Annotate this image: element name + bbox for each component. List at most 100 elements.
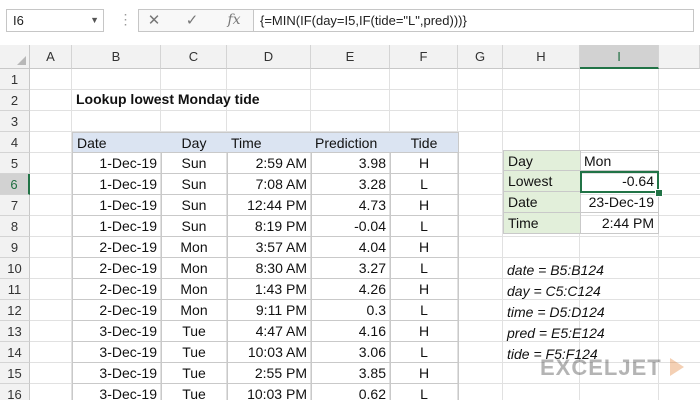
table-cell[interactable]: Tue (161, 321, 228, 342)
table-cell[interactable]: Sun (161, 216, 228, 237)
row-header-15[interactable]: 15 (0, 363, 30, 384)
table-cell[interactable]: 3-Dec-19 (72, 342, 162, 363)
row-header-12[interactable]: 12 (0, 300, 30, 321)
table-cell[interactable]: 3-Dec-19 (72, 363, 162, 384)
summary-day-value[interactable]: Mon (580, 150, 659, 171)
table-cell[interactable]: Sun (161, 153, 228, 174)
table-cell[interactable]: 4.16 (311, 321, 391, 342)
table-cell[interactable]: 8:30 AM (227, 258, 312, 279)
table-cell[interactable]: H (390, 321, 459, 342)
table-cell[interactable]: Mon (161, 279, 228, 300)
row-header-14[interactable]: 14 (0, 342, 30, 363)
column-header-i[interactable]: I (580, 45, 659, 69)
table-cell[interactable]: 3:57 AM (227, 237, 312, 258)
table-cell[interactable]: 1-Dec-19 (72, 153, 162, 174)
table-header-time[interactable]: Time (227, 132, 312, 153)
table-cell[interactable]: 2-Dec-19 (72, 258, 162, 279)
table-cell[interactable]: 3.98 (311, 153, 391, 174)
table-cell[interactable]: L (390, 174, 459, 195)
table-cell[interactable]: Mon (161, 237, 228, 258)
table-cell[interactable]: 7:08 AM (227, 174, 312, 195)
row-header-8[interactable]: 8 (0, 216, 30, 237)
chevron-down-icon[interactable]: ▼ (90, 10, 99, 31)
table-cell[interactable]: 2:55 PM (227, 363, 312, 384)
column-header-h[interactable]: H (503, 45, 580, 69)
fill-handle[interactable] (655, 189, 663, 197)
column-header-d[interactable]: D (227, 45, 311, 69)
table-cell[interactable]: 1-Dec-19 (72, 195, 162, 216)
table-cell[interactable]: 2-Dec-19 (72, 300, 162, 321)
table-cell[interactable]: 0.62 (311, 384, 391, 400)
table-cell[interactable]: Sun (161, 195, 228, 216)
table-cell[interactable]: 10:03 PM (227, 384, 312, 400)
select-all-corner[interactable] (0, 45, 30, 69)
table-cell[interactable]: Tue (161, 384, 228, 400)
insert-function-icon[interactable]: fx (219, 10, 249, 31)
table-cell[interactable]: Mon (161, 258, 228, 279)
table-cell[interactable]: -0.04 (311, 216, 391, 237)
table-cell[interactable]: 3-Dec-19 (72, 384, 162, 400)
column-header-f[interactable]: F (390, 45, 458, 69)
summary-lowest-label[interactable]: Lowest (503, 171, 581, 192)
column-header-c[interactable]: C (161, 45, 227, 69)
row-header-13[interactable]: 13 (0, 321, 30, 342)
table-header-day[interactable]: Day (161, 132, 228, 153)
table-cell[interactable]: 3.28 (311, 174, 391, 195)
table-cell[interactable]: L (390, 258, 459, 279)
table-cell[interactable]: 0.3 (311, 300, 391, 321)
table-cell[interactable]: 3.06 (311, 342, 391, 363)
table-cell[interactable]: 1-Dec-19 (72, 216, 162, 237)
summary-time-value[interactable]: 2:44 PM (580, 213, 659, 234)
row-header-1[interactable]: 1 (0, 69, 30, 90)
row-header-11[interactable]: 11 (0, 279, 30, 300)
table-cell[interactable]: H (390, 363, 459, 384)
column-header-b[interactable]: B (72, 45, 161, 69)
table-cell[interactable]: 4.26 (311, 279, 391, 300)
row-header-7[interactable]: 7 (0, 195, 30, 216)
table-cell[interactable]: 12:44 PM (227, 195, 312, 216)
table-header-date[interactable]: Date (72, 132, 162, 153)
table-header-tide[interactable]: Tide (390, 132, 459, 153)
row-header-16[interactable]: 16 (0, 384, 30, 400)
row-header-5[interactable]: 5 (0, 153, 30, 174)
column-header-e[interactable]: E (311, 45, 390, 69)
row-header-4[interactable]: 4 (0, 132, 30, 153)
row-header-10[interactable]: 10 (0, 258, 30, 279)
table-cell[interactable]: 3-Dec-19 (72, 321, 162, 342)
table-cell[interactable]: 2-Dec-19 (72, 279, 162, 300)
row-header-2[interactable]: 2 (0, 90, 30, 111)
summary-date-label[interactable]: Date (503, 192, 581, 213)
table-cell[interactable]: L (390, 300, 459, 321)
table-cell[interactable]: L (390, 216, 459, 237)
table-cell[interactable]: 2:59 AM (227, 153, 312, 174)
column-header-g[interactable]: G (458, 45, 503, 69)
enter-icon[interactable]: ✓ (177, 10, 207, 31)
table-cell[interactable]: H (390, 195, 459, 216)
cancel-icon[interactable]: ✕ (139, 10, 169, 31)
table-header-prediction[interactable]: Prediction (311, 132, 391, 153)
summary-date-value[interactable]: 23-Dec-19 (580, 192, 659, 213)
name-box[interactable]: I6 ▼ (6, 9, 104, 32)
table-cell[interactable]: 3.27 (311, 258, 391, 279)
table-cell[interactable]: Tue (161, 363, 228, 384)
drag-handle-icon[interactable]: ⋮ (118, 9, 133, 32)
table-cell[interactable]: 3.85 (311, 363, 391, 384)
table-cell[interactable]: 2-Dec-19 (72, 237, 162, 258)
table-cell[interactable]: H (390, 153, 459, 174)
formula-input[interactable]: {=MIN(IF(day=I5,IF(tide="L",pred)))} (254, 9, 694, 32)
table-cell[interactable]: Mon (161, 300, 228, 321)
table-cell[interactable]: 1:43 PM (227, 279, 312, 300)
active-cell-outline[interactable] (580, 171, 659, 193)
table-cell[interactable]: H (390, 279, 459, 300)
row-header-6[interactable]: 6 (0, 174, 30, 195)
summary-time-label[interactable]: Time (503, 213, 581, 234)
table-cell[interactable]: Sun (161, 174, 228, 195)
table-cell[interactable]: L (390, 342, 459, 363)
summary-day-label[interactable]: Day (503, 150, 581, 171)
table-cell[interactable]: 1-Dec-19 (72, 174, 162, 195)
column-header-a[interactable]: A (30, 45, 72, 69)
table-cell[interactable]: 9:11 PM (227, 300, 312, 321)
table-cell[interactable]: 4.73 (311, 195, 391, 216)
table-cell[interactable]: Tue (161, 342, 228, 363)
table-cell[interactable]: 10:03 AM (227, 342, 312, 363)
